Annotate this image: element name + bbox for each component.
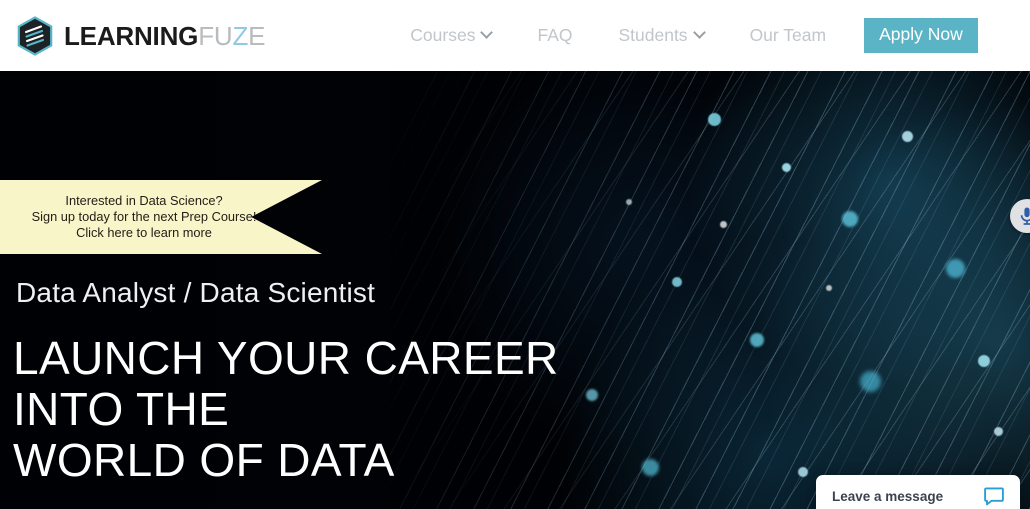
bokeh-dot bbox=[782, 163, 791, 172]
nav-label-faq: FAQ bbox=[537, 25, 573, 45]
bokeh-dot bbox=[798, 467, 808, 477]
bokeh-dot bbox=[586, 389, 598, 401]
chevron-down-icon bbox=[480, 26, 494, 39]
nav-label-students: Students bbox=[618, 25, 688, 45]
bokeh-dot bbox=[902, 131, 913, 142]
nav-item-our-team[interactable]: Our Team bbox=[750, 25, 827, 46]
bokeh-dot bbox=[672, 277, 682, 287]
nav-item-students[interactable]: Students bbox=[618, 25, 706, 46]
banner-line-1: Interested in Data Science? bbox=[65, 193, 223, 208]
bokeh-dot bbox=[826, 285, 832, 291]
bokeh-dot bbox=[626, 199, 632, 205]
logo-hexagon-icon bbox=[17, 15, 53, 56]
nav-item-faq[interactable]: FAQ bbox=[537, 25, 572, 46]
nav-label-our-team: Our Team bbox=[749, 25, 827, 45]
headline-line-1: LAUNCH YOUR CAREER bbox=[13, 332, 559, 384]
bokeh-dot bbox=[642, 459, 659, 476]
logo-text-z: Z bbox=[232, 20, 249, 51]
bokeh-dot bbox=[842, 211, 858, 227]
headline-line-3: WORLD OF DATA bbox=[13, 434, 395, 486]
chat-bubble-icon bbox=[984, 486, 1004, 505]
bokeh-dot bbox=[860, 371, 881, 392]
chevron-down-icon bbox=[692, 26, 706, 39]
site-header: LEARNINGFUZE Courses FAQ Students Our Te… bbox=[0, 0, 1030, 71]
logo-text-e: E bbox=[248, 20, 266, 51]
logo[interactable]: LEARNINGFUZE bbox=[17, 15, 265, 56]
hero-section: Interested in Data Science? Sign up toda… bbox=[0, 71, 1030, 509]
headline-line-2: INTO THE bbox=[13, 383, 230, 435]
bokeh-dot bbox=[994, 427, 1003, 436]
chat-widget[interactable]: Leave a message bbox=[816, 475, 1020, 509]
bokeh-dot bbox=[720, 221, 727, 228]
nav-item-courses[interactable]: Courses bbox=[410, 25, 494, 46]
logo-text-learning: LEARNING bbox=[64, 20, 199, 51]
microphone-icon bbox=[1020, 207, 1030, 225]
logo-text-fu: FU bbox=[198, 20, 233, 51]
nav-label-courses: Courses bbox=[410, 25, 476, 45]
chat-widget-label: Leave a message bbox=[832, 488, 944, 504]
main-navigation: Courses FAQ Students Our Team bbox=[410, 25, 826, 46]
bokeh-dot bbox=[946, 259, 965, 278]
banner-line-3: Click here to learn more bbox=[76, 225, 212, 240]
bokeh-dot bbox=[978, 355, 990, 367]
hero-headline: LAUNCH YOUR CAREER INTO THE WORLD OF DAT… bbox=[13, 333, 559, 486]
logo-wordmark: LEARNINGFUZE bbox=[64, 23, 265, 49]
apply-now-button[interactable]: Apply Now bbox=[864, 17, 978, 54]
page-root: LEARNINGFUZE Courses FAQ Students Our Te… bbox=[0, 0, 1030, 509]
bokeh-dot bbox=[708, 113, 721, 126]
hero-eyebrow: Data Analyst / Data Scientist bbox=[16, 277, 376, 308]
bokeh-dot bbox=[750, 333, 764, 347]
